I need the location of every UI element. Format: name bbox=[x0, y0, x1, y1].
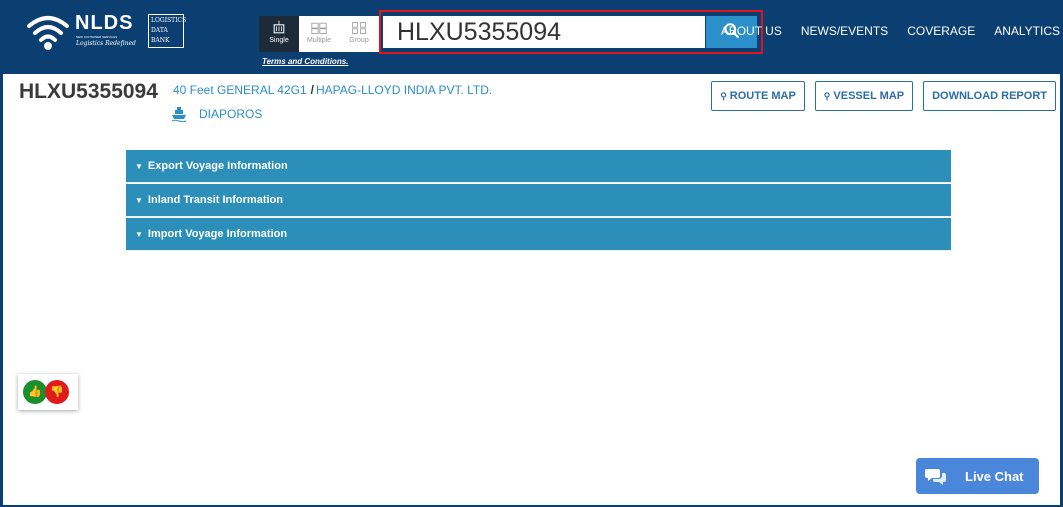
chat-bubbles-icon bbox=[925, 469, 946, 485]
thumbs-up-icon[interactable]: 👍 bbox=[23, 380, 47, 404]
accordion-import-voyage[interactable]: ▼ Import Voyage Information bbox=[126, 218, 951, 251]
brand-name: NLDS bbox=[75, 12, 134, 34]
ldb-line: DATA bbox=[151, 27, 168, 34]
nav-news-events[interactable]: NEWS/EVENTS bbox=[801, 24, 888, 38]
live-chat-label: Live Chat bbox=[965, 468, 1024, 484]
map-pin-icon: ⚲ bbox=[823, 90, 831, 101]
vessel-map-button[interactable]: ⚲ VESSEL MAP bbox=[814, 81, 914, 111]
single-container-icon bbox=[273, 20, 285, 34]
container-type-line: 40 Feet GENERAL 42G1/HAPAG-LLOYD INDIA P… bbox=[173, 83, 492, 97]
terms-link[interactable]: Terms and Conditions. bbox=[262, 57, 348, 66]
action-buttons: ⚲ ROUTE MAP ⚲ VESSEL MAP DOWNLOAD REPORT bbox=[701, 81, 1056, 111]
accordion-label: Import Voyage Information bbox=[147, 228, 288, 240]
wifi-logo-icon bbox=[27, 16, 69, 50]
group-icon bbox=[352, 22, 366, 34]
ldb-box: LOGISTICS DATA BANK bbox=[148, 14, 187, 48]
nav-coverage[interactable]: COVERAGE bbox=[907, 24, 975, 38]
separator: / bbox=[310, 83, 314, 97]
mode-label: Group bbox=[349, 37, 369, 44]
accordion-export-voyage[interactable]: ▼ Export Voyage Information bbox=[126, 150, 951, 183]
ship-icon bbox=[171, 107, 187, 122]
container-type: 40 Feet GENERAL 42G1 bbox=[173, 83, 307, 97]
mode-multiple[interactable]: Multiple bbox=[299, 16, 339, 52]
multiple-containers-icon bbox=[311, 22, 327, 34]
accordion-label: Export Voyage Information bbox=[147, 160, 288, 172]
caret-down-icon: ▼ bbox=[135, 195, 143, 205]
button-label: ROUTE MAP bbox=[729, 90, 796, 102]
mode-group[interactable]: Group bbox=[339, 16, 379, 52]
brand-subtitle: NEW CONTAINER SERVICES bbox=[76, 35, 118, 39]
shipping-line: HAPAG-LLOYD INDIA PVT. LTD. bbox=[315, 83, 493, 97]
ldb-line: BANK bbox=[151, 37, 170, 44]
search-mode-tabs: Single Multiple Group bbox=[259, 16, 379, 52]
container-search-input[interactable] bbox=[383, 16, 705, 48]
caret-down-icon: ▼ bbox=[135, 229, 143, 239]
map-pin-icon: ⚲ bbox=[720, 90, 727, 101]
nlds-logo[interactable]: NLDS NEW CONTAINER SERVICES Logistics Re… bbox=[25, 12, 195, 54]
main-nav: ABOUT US NEWS/EVENTS COVERAGE ANALYTICS bbox=[702, 24, 1060, 38]
top-header: NLDS NEW CONTAINER SERVICES Logistics Re… bbox=[3, 0, 1060, 74]
caret-down-icon: ▼ bbox=[135, 161, 143, 171]
mode-single[interactable]: Single bbox=[259, 16, 299, 52]
ldb-line: LOGISTICS bbox=[151, 17, 187, 24]
accordion-inland-transit[interactable]: ▼ Inland Transit Information bbox=[126, 184, 951, 217]
vessel-info: DIAPOROS bbox=[171, 106, 262, 122]
download-report-button[interactable]: DOWNLOAD REPORT bbox=[923, 81, 1056, 111]
nav-analytics[interactable]: ANALYTICS bbox=[994, 24, 1060, 38]
mode-label: Single bbox=[269, 37, 289, 44]
live-chat-button[interactable]: Live Chat bbox=[916, 458, 1039, 494]
mode-label: Multiple bbox=[306, 37, 332, 44]
button-label: VESSEL MAP bbox=[833, 90, 905, 102]
container-number: HLXU5355094 bbox=[19, 80, 158, 103]
brand-tagline: Logistics Redefined bbox=[76, 40, 136, 47]
app-root: NLDS NEW CONTAINER SERVICES Logistics Re… bbox=[0, 0, 1063, 507]
button-label: DOWNLOAD REPORT bbox=[932, 90, 1047, 102]
voyage-accordion: ▼ Export Voyage Information ▼ Inland Tra… bbox=[126, 150, 951, 252]
feedback-widget: 👍 👎 bbox=[18, 374, 78, 410]
accordion-label: Inland Transit Information bbox=[147, 194, 283, 206]
route-map-button[interactable]: ⚲ ROUTE MAP bbox=[711, 81, 805, 111]
vessel-name: DIAPOROS bbox=[199, 107, 263, 121]
thumbs-down-icon[interactable]: 👎 bbox=[45, 380, 69, 404]
nav-about-us[interactable]: ABOUT US bbox=[721, 24, 782, 38]
